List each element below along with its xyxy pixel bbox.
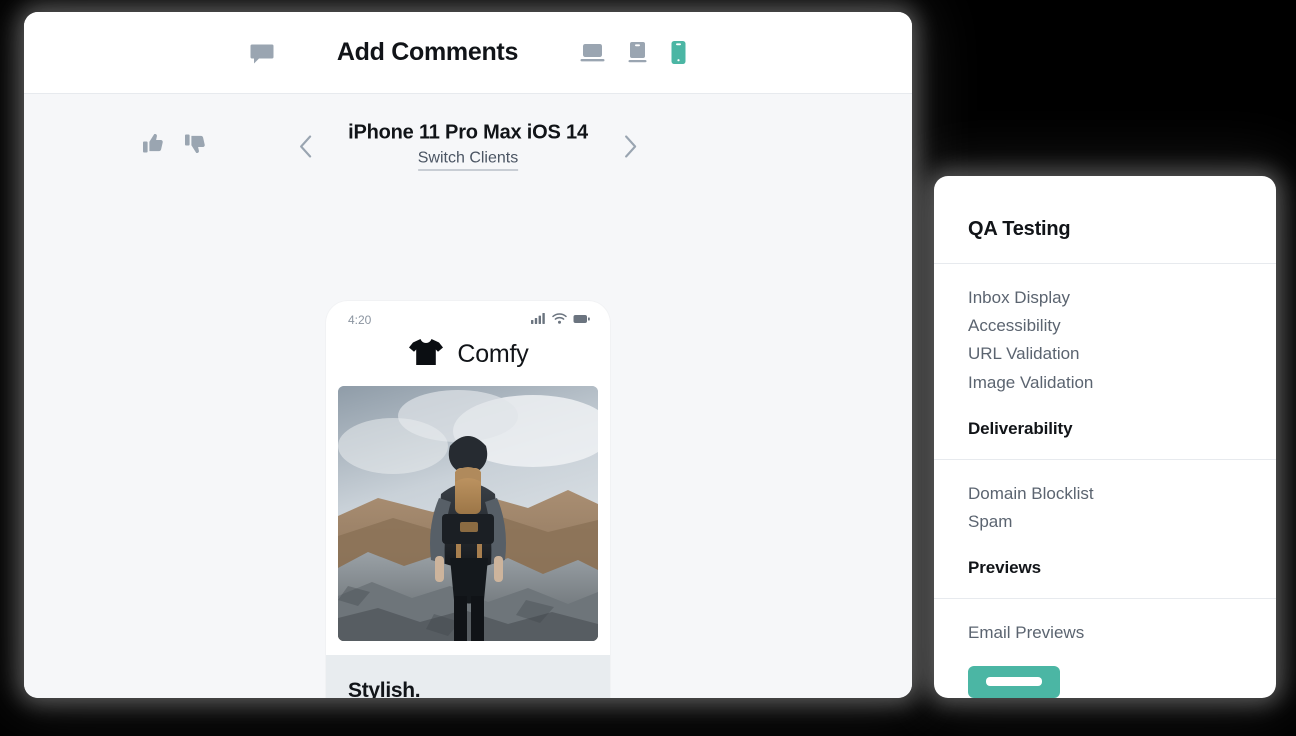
device-switcher (580, 40, 687, 65)
comment-bubble-icon[interactable] (249, 40, 275, 66)
wifi-icon (552, 311, 567, 329)
client-nav-bar: iPhone 11 Pro Max iOS 14 Switch Clients (24, 94, 912, 198)
battery-icon (573, 311, 590, 329)
switch-clients-link[interactable]: Switch Clients (417, 150, 519, 171)
status-time: 4:20 (348, 313, 372, 327)
client-name: iPhone 11 Pro Max iOS 14 (348, 121, 588, 144)
thumbs-up-icon[interactable] (142, 133, 164, 160)
desktop-icon[interactable] (580, 42, 605, 64)
tshirt-icon (407, 337, 445, 372)
menu-item-accessibility[interactable]: Accessibility (968, 312, 1276, 340)
preview-body: iPhone 11 Pro Max iOS 14 Switch Clients … (24, 94, 912, 698)
client-info: iPhone 11 Pro Max iOS 14 Switch Clients (348, 122, 588, 171)
panel-group-deliverability: Domain Blocklist Spam Previews (934, 460, 1276, 600)
brand-header: Comfy (326, 333, 610, 386)
prev-client-button[interactable] (299, 135, 312, 157)
panel-action-button[interactable] (968, 665, 1060, 698)
panel-header: QA Testing (934, 176, 1276, 264)
menu-item-email-previews[interactable]: Email Previews (968, 619, 1276, 647)
phone-status-bar: 4:20 (326, 301, 610, 333)
panel-subheading-deliverability: Deliverability (968, 418, 1073, 438)
next-client-button[interactable] (624, 135, 637, 157)
thumbs-down-icon[interactable] (184, 133, 206, 160)
menu-item-url-validation[interactable]: URL Validation (968, 340, 1276, 368)
window-header: Add Comments (24, 12, 912, 94)
tablet-icon[interactable] (627, 41, 648, 64)
vote-controls (142, 133, 206, 160)
menu-item-inbox-display[interactable]: Inbox Display (968, 284, 1276, 312)
menu-item-spam[interactable]: Spam (968, 508, 1276, 536)
screen: Add Comments iPhone 11 Pro Max iOS 14 Sw… (0, 0, 1296, 736)
panel-group-qa-testing: Inbox Display Accessibility URL Validati… (934, 264, 1276, 460)
hero-image (338, 386, 598, 641)
promo-headline-1: Stylish. (348, 679, 421, 698)
phone-mockup: 4:20 Comfy Stylish. (326, 301, 610, 698)
panel-group-previews: Email Previews (934, 599, 1276, 647)
brand-name: Comfy (457, 340, 529, 368)
panel-title: QA Testing (968, 218, 1071, 240)
promo-section: Stylish. Comfortable. Versatile. Stay wa… (326, 655, 610, 698)
panel-subheading-previews: Previews (968, 558, 1041, 578)
preview-window: Add Comments iPhone 11 Pro Max iOS 14 Sw… (24, 12, 912, 698)
qa-testing-panel: QA Testing Inbox Display Accessibility U… (934, 176, 1276, 698)
signal-icon (531, 311, 546, 329)
menu-item-domain-blocklist[interactable]: Domain Blocklist (968, 480, 1276, 508)
button-label-placeholder (986, 677, 1042, 687)
menu-item-image-validation[interactable]: Image Validation (968, 369, 1276, 397)
page-title: Add Comments (336, 38, 519, 66)
mobile-icon[interactable] (670, 40, 687, 65)
